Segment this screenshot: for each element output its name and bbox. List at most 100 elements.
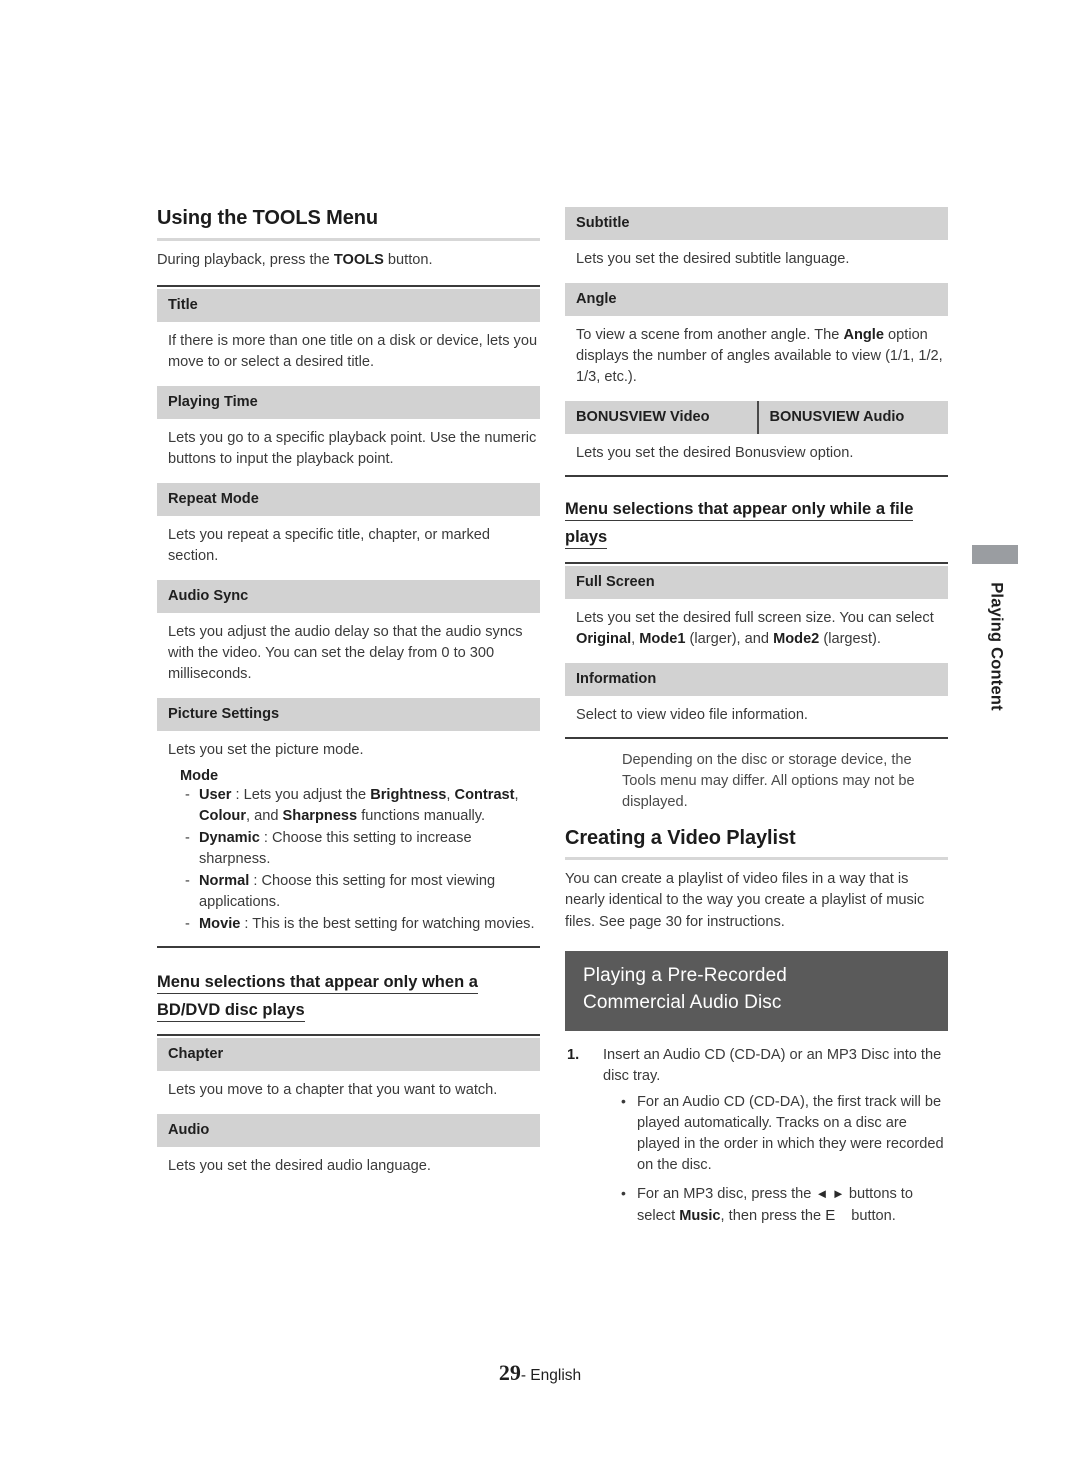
option-body-repeat-mode: Lets you repeat a specific title, chapte…: [168, 526, 491, 564]
mode-text: Lets you adjust the: [243, 786, 371, 803]
bd-table-bottom-rule: [565, 474, 948, 477]
mode-name-user: User: [199, 786, 232, 803]
mode-text-tail: functions manually.: [357, 807, 486, 824]
sep: :: [249, 872, 262, 889]
mode-option-movie: Movie : This is the best setting for wat…: [183, 914, 538, 935]
fs-text-1: Lets you set the desired full screen siz…: [576, 609, 934, 626]
mode-option-normal: Normal : Choose this setting for most vi…: [183, 871, 538, 913]
angle-text-1: To view a scene from another angle. The: [576, 326, 844, 343]
option-body-chapter: Lets you move to a chapter that you want…: [168, 1082, 498, 1099]
mp3-text-3: , then press the: [720, 1207, 826, 1224]
manual-page: Using the TOOLS Menu During playback, pr…: [0, 0, 1080, 1479]
bd-dvd-subheading-line2: BD/DVD disc plays: [157, 1000, 305, 1022]
term-colour: Colour: [199, 807, 247, 824]
audio-disc-heading-box: Playing a Pre-Recorded Commercial Audio …: [565, 950, 948, 1031]
note-text: Depending on the disc or storage device,…: [622, 751, 915, 810]
option-body-information: Select to view video file information.: [576, 706, 808, 723]
mode-option-dynamic: Dynamic : Choose this setting to increas…: [183, 828, 538, 870]
option-body-title: If there is more than one title on a dis…: [168, 332, 538, 370]
page-number: 29: [498, 1360, 521, 1385]
option-header-subtitle: Subtitle: [565, 207, 948, 240]
left-right-arrow-icon: ◄ ►: [815, 1185, 845, 1201]
term-music: Music: [679, 1207, 721, 1224]
table-bottom-rule: [157, 945, 540, 948]
step-1: 1. Insert an Audio CD (CD-DA) or an MP3 …: [565, 1045, 948, 1235]
file-plays-subheading-line2: plays: [565, 528, 608, 550]
step-1-number: 1.: [567, 1046, 580, 1063]
option-header-bonusview: BONUSVIEW Video BONUSVIEW Audio: [565, 400, 949, 434]
bullet-audio-cd: For an Audio CD (CD-DA), the first track…: [621, 1091, 948, 1176]
audio-disc-heading-line1: Playing a Pre-Recorded: [583, 964, 787, 986]
enter-button-icon: E: [825, 1206, 836, 1224]
left-column: Using the TOOLS Menu During playback, pr…: [157, 207, 540, 1188]
bonusview-audio-label: BONUSVIEW Audio: [756, 400, 949, 434]
audio-disc-heading-line2: Commercial Audio Disc: [583, 991, 782, 1013]
option-header-chapter: Chapter: [157, 1038, 540, 1072]
sep: :: [240, 915, 253, 932]
mode-option-user: User : Lets you adjust the Brightness, C…: [183, 785, 538, 827]
option-header-picture-settings: Picture Settings: [157, 697, 540, 731]
sep: ,: [446, 786, 455, 803]
bd-dvd-options-table: Chapter Lets you move to a chapter that …: [157, 1034, 540, 1188]
page-language: - English: [520, 1367, 582, 1384]
file-plays-subheading: Menu selections that appear only while a…: [565, 495, 948, 552]
bd-dvd-subheading-line1: Menu selections that appear only when a: [157, 972, 478, 994]
option-body-angle: To view a scene from another angle. The …: [565, 316, 948, 399]
option-body-audio: Lets you set the desired audio language.: [168, 1158, 431, 1175]
step-1-text: Insert an Audio CD (CD-DA) or an MP3 Dis…: [603, 1046, 942, 1084]
option-header-audio-sync: Audio Sync: [157, 579, 540, 613]
option-body-playing-time: Lets you go to a specific playback point…: [168, 429, 537, 467]
bullet-mp3-disc: For an MP3 disc, press the ◄ ► buttons t…: [621, 1183, 948, 1227]
term-mode2: Mode2: [773, 630, 820, 647]
option-header-full-screen: Full Screen: [565, 565, 948, 599]
mode-text: This is the best setting for watching mo…: [252, 915, 535, 932]
option-body-full-screen: Lets you set the desired full screen siz…: [565, 599, 948, 661]
page-footer: 29- English: [0, 1360, 1080, 1386]
sep: :: [259, 829, 273, 846]
sep: :: [231, 786, 244, 803]
intro-prefix: During playback, press the: [157, 251, 334, 268]
term-original: Original: [576, 630, 632, 647]
sep: , and: [246, 807, 283, 824]
option-header-title: Title: [157, 288, 540, 322]
mp3-text-1: For an MP3 disc, press the: [637, 1185, 816, 1202]
intro-suffix: button.: [383, 251, 433, 268]
bonusview-video-label: BONUSVIEW Video: [576, 408, 710, 425]
term-sharpness: Sharpness: [282, 807, 358, 824]
page-title: Using the TOOLS Menu: [157, 207, 378, 229]
playlist-body: You can create a playlist of video files…: [565, 871, 925, 930]
term-mode1: Mode1: [639, 630, 686, 647]
side-tab-label: Playing Content: [987, 582, 1006, 711]
term-contrast: Contrast: [454, 786, 515, 803]
mode-options-list: User : Lets you adjust the Brightness, C…: [157, 785, 540, 940]
mp3-text-4: button.: [851, 1207, 896, 1224]
bd-dvd-options-table-continued: Subtitle Lets you set the desired subtit…: [565, 207, 948, 475]
option-header-audio: Audio: [157, 1114, 540, 1148]
right-column: Subtitle Lets you set the desired subtit…: [565, 207, 948, 1235]
side-tab: Playing Content: [972, 545, 1018, 711]
step-1-content: Insert an Audio CD (CD-DA) or an MP3 Dis…: [603, 1045, 948, 1235]
mode-label: Mode: [180, 767, 219, 784]
mode-name-movie: Movie: [199, 915, 241, 932]
option-header-repeat-mode: Repeat Mode: [157, 482, 540, 516]
option-header-angle: Angle: [565, 282, 948, 316]
bd-dvd-subheading: Menu selections that appear only when a …: [157, 968, 540, 1025]
sep: ,: [514, 786, 519, 803]
mode-name-dynamic: Dynamic: [199, 829, 260, 846]
option-header-information: Information: [565, 662, 948, 696]
option-body-subtitle: Lets you set the desired subtitle langua…: [576, 250, 850, 267]
term-angle: Angle: [843, 326, 884, 343]
tools-button-label: TOOLS: [333, 251, 384, 268]
option-header-playing-time: Playing Time: [157, 385, 540, 419]
playlist-heading: Creating a Video Playlist: [565, 826, 796, 849]
option-body-audio-sync: Lets you adjust the audio delay so that …: [168, 623, 523, 682]
option-body-picture-settings: Lets you set the picture mode.: [168, 741, 364, 758]
intro-text: During playback, press the TOOLS button.: [157, 250, 540, 271]
fs-text-2: (larger), and: [685, 630, 774, 647]
option-body-bonusview: Lets you set the desired Bonusview optio…: [576, 444, 854, 461]
fs-text-3: (largest).: [819, 630, 881, 647]
file-options-table: Full Screen Lets you set the desired ful…: [565, 561, 948, 737]
step-1-bullets: For an Audio CD (CD-DA), the first track…: [603, 1091, 948, 1227]
section-divider: [157, 237, 540, 241]
mode-name-normal: Normal: [199, 872, 250, 889]
